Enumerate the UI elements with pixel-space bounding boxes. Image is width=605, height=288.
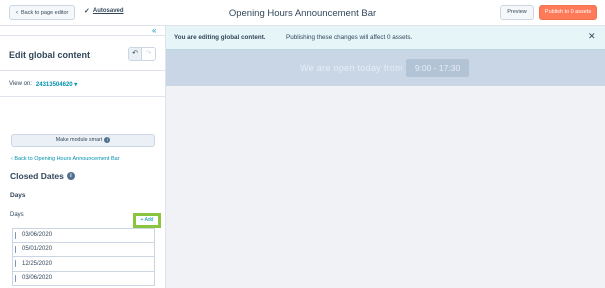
- preview-area: You are editing global content. Publishi…: [166, 26, 605, 288]
- check-icon: ✓: [84, 8, 90, 15]
- closed-dates-title: Closed Dates: [10, 171, 64, 181]
- date-value: 03/06/2020: [22, 232, 53, 239]
- banner-text: Publishing these changes will affect 0 a…: [286, 34, 413, 41]
- date-item[interactable]: 12/25/2020: [12, 257, 155, 272]
- drag-handle-icon[interactable]: [13, 229, 18, 242]
- view-on-selector: View on: 24313504620 ▾: [9, 81, 77, 88]
- back-to-page-editor-button[interactable]: ‹ Back to page editor: [9, 5, 76, 20]
- close-icon[interactable]: ✕: [588, 32, 596, 41]
- chevron-down-icon: ▾: [74, 82, 78, 88]
- divider: [0, 35, 165, 36]
- date-item[interactable]: 05/01/2020: [12, 242, 155, 257]
- days-heading: Days: [10, 192, 26, 199]
- autosave-status[interactable]: ✓ Autosaved: [84, 7, 124, 15]
- add-date-button[interactable]: + Add: [133, 213, 161, 228]
- drag-handle-icon[interactable]: [13, 243, 18, 257]
- double-chevron-left-icon[interactable]: «: [152, 26, 156, 35]
- info-icon[interactable]: i: [66, 172, 75, 180]
- drag-handle-icon[interactable]: [13, 257, 18, 271]
- date-value: 12/25/2020: [22, 260, 53, 267]
- redo-icon[interactable]: ↷: [142, 48, 155, 60]
- undo-redo-group: ↶ ↷: [128, 47, 156, 61]
- top-bar: ‹ Back to page editor ✓ Autosaved Openin…: [0, 0, 605, 26]
- announcement-text: We are open today from: [300, 63, 403, 73]
- drag-handle-icon[interactable]: [13, 272, 18, 286]
- chevron-left-icon: ‹: [11, 156, 13, 162]
- date-list: 03/06/2020 05/01/2020 12/25/2020 03/06/2…: [12, 228, 155, 286]
- banner-strong-text: You are editing global content.: [174, 34, 266, 41]
- closed-dates-heading: Closed Dates i: [10, 171, 75, 181]
- chevron-left-icon: ‹: [16, 9, 18, 16]
- view-on-value: 24313504620: [35, 82, 73, 88]
- date-value: 05/01/2020: [22, 246, 53, 253]
- make-module-smart-label: Make module smart: [55, 137, 103, 143]
- date-item[interactable]: 03/06/2020: [12, 271, 155, 286]
- sidebar-title: Edit global content: [9, 50, 90, 60]
- view-on-dropdown[interactable]: 24313504620 ▾: [36, 81, 77, 88]
- global-content-banner: You are editing global content. Publishi…: [166, 26, 605, 50]
- preview-button[interactable]: Preview: [500, 5, 534, 20]
- announcement-bar[interactable]: We are open today from 9:00 - 17:30: [166, 50, 605, 86]
- sidebar: « Edit global content ↶ ↷ View on: 24313…: [0, 26, 166, 288]
- make-module-smart-button[interactable]: Make module smart i: [11, 134, 155, 147]
- undo-icon[interactable]: ↶: [129, 48, 143, 60]
- date-item[interactable]: 03/06/2020: [12, 228, 155, 243]
- date-value: 03/06/2020: [22, 275, 53, 282]
- opening-hours-badge: 9:00 - 17:30: [406, 59, 469, 77]
- back-to-module-link[interactable]: ‹ Back to Opening Hours Announcement Bar: [11, 156, 120, 162]
- days-label: Days: [10, 212, 24, 218]
- back-to-page-editor-label: Back to page editor: [21, 9, 69, 16]
- publish-button[interactable]: Publish to 0 assets: [539, 5, 597, 20]
- autosaved-label: Autosaved: [92, 8, 124, 14]
- divider: [0, 70, 165, 71]
- back-to-module-label: Back to Opening Hours Announcement Bar: [14, 156, 120, 162]
- divider: [0, 96, 165, 97]
- view-on-label: View on:: [9, 81, 32, 87]
- info-icon: i: [104, 136, 111, 143]
